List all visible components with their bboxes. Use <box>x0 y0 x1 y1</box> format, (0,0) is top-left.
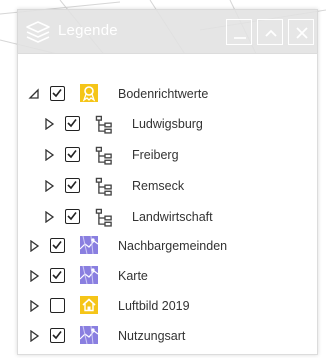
checkmark-icon <box>67 181 77 190</box>
checkbox-landwirtschaft[interactable] <box>65 209 80 224</box>
legend-window: Legende Bodenrichtwerte Ludwigsburg Frei… <box>0 0 326 358</box>
tree-node-karte[interactable]: Karte <box>18 263 317 289</box>
tree-node-luftbild-2019[interactable]: Luftbild 2019 <box>18 293 317 319</box>
close-icon <box>296 27 308 39</box>
collapse-button[interactable] <box>257 19 283 45</box>
checkmark-icon <box>52 241 62 250</box>
collapsed-triangle-icon[interactable] <box>43 180 55 192</box>
layer-label: Freiberg <box>132 148 179 162</box>
collapsed-triangle-icon[interactable] <box>28 270 40 282</box>
tree-structure-icon <box>95 115 112 134</box>
minimize-icon <box>234 37 246 39</box>
tree-node-remseck[interactable]: Remseck <box>18 173 317 199</box>
layer-label: Remseck <box>132 179 185 193</box>
checkbox-nachbargemeinden[interactable] <box>50 238 65 253</box>
expanded-triangle-icon[interactable] <box>28 88 40 100</box>
checkmark-icon <box>52 331 62 340</box>
checkbox-remseck[interactable] <box>65 178 80 193</box>
collapsed-triangle-icon[interactable] <box>43 118 55 130</box>
checkbox-freiberg[interactable] <box>65 147 80 162</box>
tree-node-bodenrichtwerte[interactable]: Bodenrichtwerte <box>18 81 317 107</box>
layers-icon <box>26 21 50 43</box>
tree-structure-icon <box>95 208 112 227</box>
legend-tree: Bodenrichtwerte Ludwigsburg Freiberg Rem… <box>17 53 318 355</box>
tree-node-nachbargemeinden[interactable]: Nachbargemeinden <box>18 233 317 259</box>
layer-label: Bodenrichtwerte <box>118 87 209 101</box>
legend-title: Legende <box>58 22 118 39</box>
checkmark-icon <box>67 212 77 221</box>
legend-panel: Legende Bodenrichtwerte Ludwigsburg Frei… <box>17 9 318 355</box>
close-button[interactable] <box>288 19 314 45</box>
collapsed-triangle-icon[interactable] <box>28 330 40 342</box>
tree-node-freiberg[interactable]: Freiberg <box>18 142 317 168</box>
minimize-button[interactable] <box>226 19 252 45</box>
checkbox-nutzungsart[interactable] <box>50 328 65 343</box>
checkmark-icon <box>67 119 77 128</box>
map-layer-icon <box>79 325 99 345</box>
layer-label: Nutzungsart <box>118 329 186 343</box>
award-icon <box>80 84 98 102</box>
checkbox-luftbild-2019[interactable] <box>50 298 65 313</box>
collapsed-triangle-icon[interactable] <box>28 300 40 312</box>
checkmark-icon <box>67 150 77 159</box>
house-icon <box>80 296 98 314</box>
map-layer-icon <box>79 235 99 255</box>
layer-label: Luftbild 2019 <box>118 299 190 313</box>
checkmark-icon <box>52 89 62 98</box>
tree-structure-icon <box>95 177 112 196</box>
tree-node-ludwigsburg[interactable]: Ludwigsburg <box>18 111 317 137</box>
tree-node-nutzungsart[interactable]: Nutzungsart <box>18 323 317 349</box>
map-layer-icon <box>79 265 99 285</box>
checkbox-ludwigsburg[interactable] <box>65 116 80 131</box>
collapsed-triangle-icon[interactable] <box>28 240 40 252</box>
collapsed-triangle-icon[interactable] <box>43 149 55 161</box>
layer-label: Nachbargemeinden <box>118 239 228 253</box>
checkmark-icon <box>52 271 62 280</box>
tree-node-landwirtschaft[interactable]: Landwirtschaft <box>18 204 317 230</box>
checkbox-bodenrichtwerte[interactable] <box>50 86 65 101</box>
layer-label: Karte <box>118 269 148 283</box>
checkbox-karte[interactable] <box>50 268 65 283</box>
collapsed-triangle-icon[interactable] <box>43 211 55 223</box>
layer-label: Ludwigsburg <box>132 117 203 131</box>
tree-structure-icon <box>95 146 112 165</box>
legend-header[interactable]: Legende <box>17 9 318 53</box>
chevron-up-icon <box>265 29 277 37</box>
layer-label: Landwirtschaft <box>132 210 213 224</box>
